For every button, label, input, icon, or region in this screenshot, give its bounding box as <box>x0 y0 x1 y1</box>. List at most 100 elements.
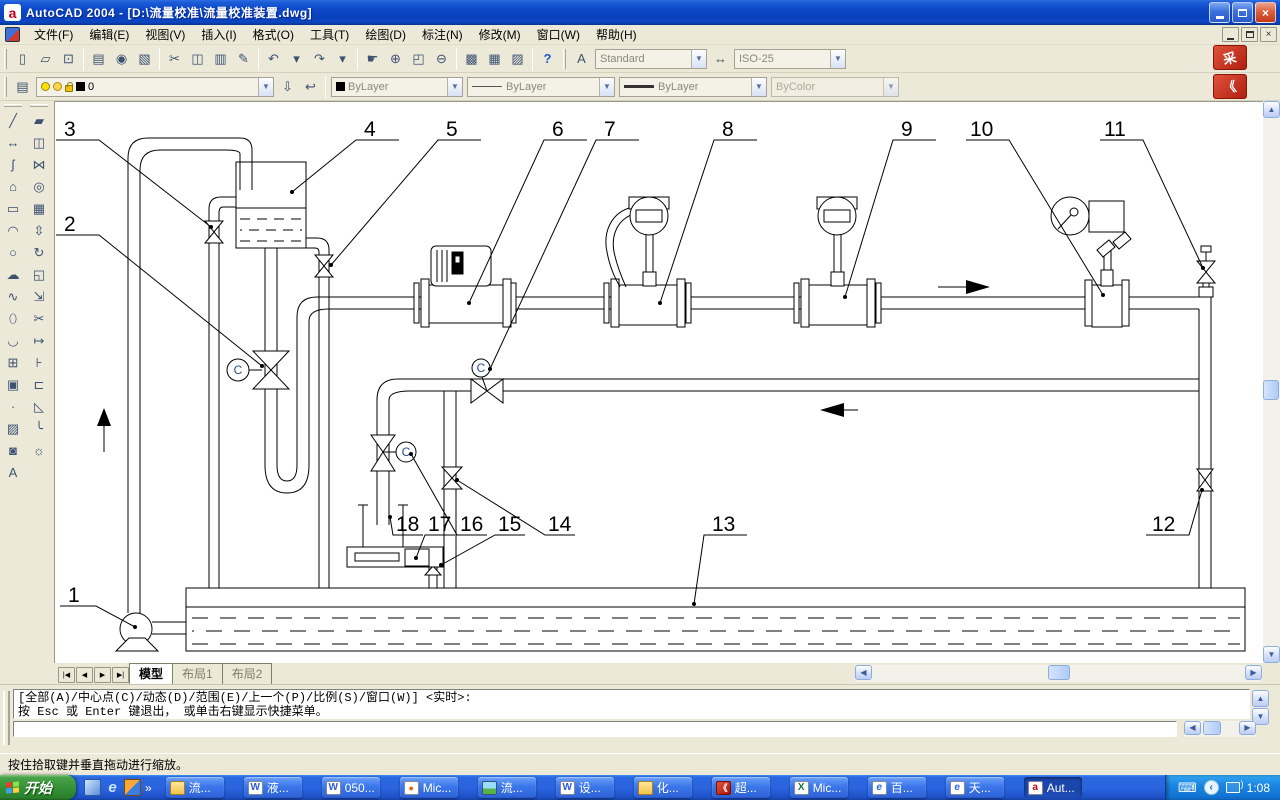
construction-line-button[interactable]: ↔ <box>2 131 25 153</box>
layer-color-swatch[interactable] <box>76 82 85 91</box>
command-scrollbar[interactable]: ▲ ▼ <box>1252 690 1269 725</box>
scale-button[interactable]: ◱ <box>28 263 51 285</box>
task-excel-mic[interactable]: Mic... <box>790 777 848 798</box>
menu-format[interactable]: 格式(O) <box>245 24 302 45</box>
tray-clock[interactable]: 1:08 <box>1247 781 1270 795</box>
tab-layout2[interactable]: 布局2 <box>222 663 273 684</box>
tab-model[interactable]: 模型 <box>129 663 173 684</box>
network-status-icon[interactable] <box>1226 782 1240 793</box>
scroll-right-icon[interactable]: ▶ <box>1245 665 1262 680</box>
region-button[interactable]: ◙ <box>2 439 25 461</box>
menu-tools[interactable]: 工具(T) <box>302 24 357 45</box>
command-input[interactable] <box>13 721 1177 737</box>
open-button[interactable]: ▱ <box>34 47 57 70</box>
layer-lock-icon[interactable] <box>65 85 73 92</box>
trim-button[interactable]: ✂ <box>28 307 51 329</box>
child-restore-button[interactable] <box>1241 27 1258 42</box>
keyboard-ime-icon[interactable]: ⌨ <box>1178 781 1197 794</box>
task-ie-bai[interactable]: 百... <box>868 777 926 798</box>
scrollbar-thumb[interactable] <box>1203 721 1221 735</box>
task-image-liu[interactable]: 流... <box>478 777 536 798</box>
scrollbar-trough[interactable] <box>1263 118 1280 646</box>
insert-block-button[interactable]: ⊞ <box>2 351 25 373</box>
new-button[interactable]: ▯ <box>11 47 34 70</box>
designcenter-button[interactable]: ▦ <box>483 47 506 70</box>
scroll-left-icon[interactable]: ◀ <box>855 665 872 680</box>
show-desktop-icon[interactable] <box>84 779 101 796</box>
command-horizontal-scrollbar[interactable]: ◀ ▶ <box>1184 721 1256 737</box>
dim-style-combo[interactable]: ISO-25 ▼ <box>734 49 846 69</box>
redo-button[interactable]: ↷ <box>308 47 331 70</box>
copy-button[interactable]: ◫ <box>186 47 209 70</box>
menu-help[interactable]: 帮助(H) <box>588 24 645 45</box>
scrollbar-trough[interactable] <box>872 665 1245 682</box>
child-close-button[interactable]: × <box>1260 27 1277 42</box>
command-history[interactable]: [全部(A)/中心点(C)/动态(D)/范围(E)/上一个(P)/比例(S)/窗… <box>13 689 1250 719</box>
line-button[interactable]: ╱ <box>2 109 25 131</box>
chevron-down-icon[interactable]: ▼ <box>447 78 462 96</box>
zoom-previous-button[interactable]: ⊖ <box>430 47 453 70</box>
control-valve-7[interactable] <box>471 379 503 403</box>
layer-combo[interactable]: 0 ▼ <box>36 77 274 97</box>
properties-button[interactable]: ▩ <box>460 47 483 70</box>
menu-edit[interactable]: 编辑(E) <box>81 24 137 45</box>
scroll-up-icon[interactable]: ▲ <box>1252 690 1269 707</box>
rotate-button[interactable]: ↻ <box>28 241 51 263</box>
point-button[interactable]: ∙ <box>2 395 25 417</box>
text-style-button[interactable]: A <box>570 47 593 70</box>
canvas-horizontal-scrollbar[interactable]: ◀ ▶ <box>855 665 1262 682</box>
make-block-button[interactable]: ▣ <box>2 373 25 395</box>
hatch-button[interactable]: ▨ <box>2 417 25 439</box>
restore-button[interactable] <box>1232 2 1253 23</box>
turbine-flowmeter-remote[interactable] <box>604 197 691 327</box>
publish-button[interactable]: ▧ <box>133 47 156 70</box>
ellipse-arc-button[interactable]: ◡ <box>2 329 25 351</box>
fillet-button[interactable]: ╰ <box>28 417 51 439</box>
chevron-down-icon[interactable]: ▼ <box>258 78 273 96</box>
chamfer-button[interactable]: ◺ <box>28 395 51 417</box>
zoom-realtime-button[interactable]: ⊕ <box>384 47 407 70</box>
close-button[interactable]: × <box>1255 2 1276 23</box>
mirror-button[interactable]: ⋈ <box>28 153 51 175</box>
undo-menu-button[interactable]: ▾ <box>285 47 308 70</box>
flow-calibration-diagram[interactable]: C C C 1 2 3 4 5 6 7 8 9 10 11 12 13 14 1… <box>55 102 1263 663</box>
make-object-layer-current-button[interactable]: ⇩ <box>276 75 299 98</box>
layer-previous-button[interactable]: ↩ <box>299 75 322 98</box>
valve-14[interactable] <box>442 467 462 489</box>
minimize-button[interactable] <box>1209 2 1230 23</box>
task-folder-hua[interactable]: 化... <box>634 777 692 798</box>
canvas-vertical-scrollbar[interactable]: ▲ ▼ <box>1263 101 1280 663</box>
chevron-down-icon[interactable]: ▼ <box>599 78 614 96</box>
save-button[interactable]: ⊡ <box>57 47 80 70</box>
arc-button[interactable]: ◠ <box>2 219 25 241</box>
copy-object-button[interactable]: ◫ <box>28 131 51 153</box>
pump[interactable] <box>116 613 158 651</box>
layer-on-bulb-icon[interactable] <box>41 82 50 91</box>
scroll-down-icon[interactable]: ▼ <box>1263 646 1280 663</box>
cut-button[interactable]: ✂ <box>163 47 186 70</box>
menu-insert[interactable]: 插入(I) <box>193 24 244 45</box>
tool-palettes-button[interactable]: ▨ <box>506 47 529 70</box>
task-autocad[interactable]: Aut... <box>1024 777 1082 798</box>
capture-plugin-icon[interactable]: 采 <box>1213 45 1247 70</box>
menu-file[interactable]: 文件(F) <box>26 24 81 45</box>
autocad-app-icon[interactable]: a <box>4 4 21 21</box>
paste-button[interactable]: ▥ <box>209 47 232 70</box>
menu-view[interactable]: 视图(V) <box>137 24 193 45</box>
head-tank[interactable] <box>236 162 306 248</box>
mtext-button[interactable]: A <box>2 461 25 483</box>
chevron-down-icon[interactable]: ▼ <box>751 78 766 96</box>
toolbar-grip[interactable] <box>4 77 7 97</box>
command-window-grip[interactable] <box>3 691 10 745</box>
revision-cloud-button[interactable]: ☁ <box>2 263 25 285</box>
erase-button[interactable]: ▰ <box>28 109 51 131</box>
capture-plugin-icon[interactable]: 《 <box>1213 74 1247 99</box>
last-tab-button[interactable]: ▶| <box>112 667 129 683</box>
start-button[interactable]: 开始 <box>0 775 76 800</box>
chevron-down-icon[interactable]: ▼ <box>691 50 706 68</box>
task-media-mic[interactable]: Mic... <box>400 777 458 798</box>
valves[interactable] <box>205 221 1215 575</box>
hide-icons-chevron-icon[interactable]: ‹ <box>1204 780 1219 795</box>
rectangle-button[interactable]: ▭ <box>2 197 25 219</box>
vortex-flowmeter-gauge[interactable] <box>1051 197 1131 327</box>
